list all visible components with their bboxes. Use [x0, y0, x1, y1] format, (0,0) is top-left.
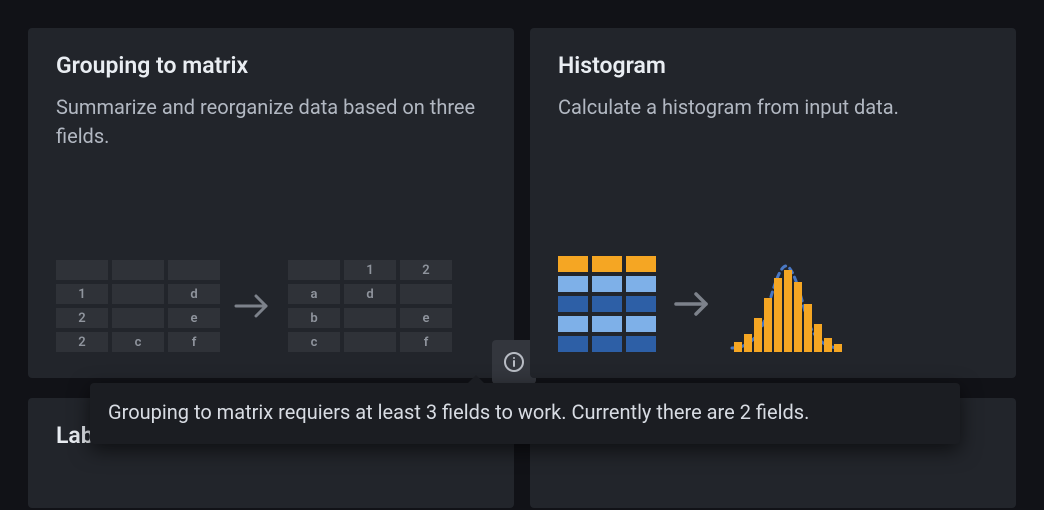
svg-text:1: 1: [78, 287, 85, 302]
card-grouping-to-matrix[interactable]: Grouping to matrix Summarize and reorgan…: [28, 28, 514, 378]
svg-text:2: 2: [78, 311, 85, 326]
svg-text:f: f: [424, 335, 429, 350]
svg-text:a: a: [311, 287, 318, 302]
svg-text:d: d: [190, 287, 197, 302]
svg-text:2: 2: [78, 335, 85, 350]
svg-text:1: 1: [366, 263, 373, 278]
histogram-illustration: [558, 256, 848, 356]
card-title: Grouping to matrix: [56, 52, 486, 79]
card-histogram[interactable]: Histogram Calculate a histogram from inp…: [530, 28, 1016, 378]
svg-text:b: b: [310, 311, 317, 326]
svg-text:d: d: [366, 287, 373, 302]
card-description: Calculate a histogram from input data.: [558, 93, 988, 122]
card-description: Summarize and reorganize data based on t…: [56, 93, 486, 151]
svg-text:f: f: [192, 335, 197, 350]
svg-text:c: c: [311, 335, 318, 350]
tooltip-text: Grouping to matrix requiers at least 3 f…: [108, 400, 809, 424]
svg-text:e: e: [423, 311, 430, 326]
svg-text:c: c: [135, 335, 142, 350]
svg-text:e: e: [191, 311, 198, 326]
svg-text:2: 2: [422, 263, 429, 278]
tooltip: Grouping to matrix requiers at least 3 f…: [90, 383, 960, 444]
grouping-illustration: 1 d 2 e 2 c f: [56, 260, 456, 356]
card-title: Histogram: [558, 52, 988, 79]
